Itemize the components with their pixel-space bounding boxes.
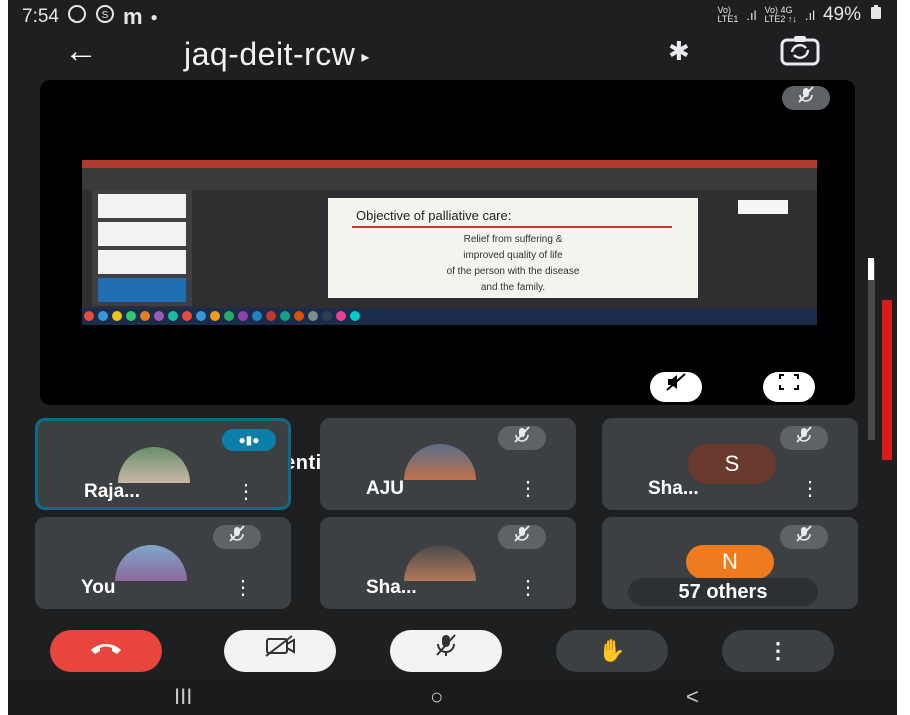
status-bar: 7:54 S m ● Vo) LTE1 .ıl Vo) 4G LTE2 ↑↓ .ıl… [8,0,897,30]
more-options-icon[interactable]: ⋮ [518,575,538,600]
mic-toggle-button[interactable] [390,630,502,672]
app-bar: ← jaq-deit-rcw ▸ ✱ [8,30,897,82]
mic-off-icon [782,86,830,110]
end-call-button[interactable] [50,630,162,672]
mic-off-icon [780,426,828,450]
scroll-thumb[interactable] [868,258,874,280]
fullscreen-button[interactable] [763,372,815,402]
participant-tile[interactable]: ●▮● Raja... ⋮ [35,418,291,510]
mic-off-icon [498,426,546,450]
nav-back-button[interactable]: < [686,684,699,710]
participant-name: Sha... [366,577,417,598]
more-options-icon[interactable]: ⋮ [518,476,538,501]
others-count[interactable]: 57 others [628,578,818,606]
participant-tile[interactable]: AJU ⋮ [320,418,576,510]
m-icon: m [122,4,143,29]
raise-hand-icon: ✋ [598,638,626,663]
more-options-icon[interactable]: ⋮ [233,575,253,600]
home-button[interactable]: ○ [430,684,443,710]
more-options-button[interactable]: ⋮ [722,630,834,672]
participant-name: AJU [366,478,405,499]
avatar [115,545,187,581]
slide-line-3: of the person with the disease [446,266,580,277]
mic-off-icon [780,525,828,549]
back-arrow-icon[interactable]: ← [64,32,98,71]
taskbar [82,308,817,325]
slide-line-4: and the family. [480,282,546,293]
meet-screen: 7:54 S m ● Vo) LTE1 .ıl Vo) 4G LTE2 ↑↓ .ıl… [8,0,897,715]
system-nav-bar: III ○ < [8,680,897,715]
avatar [118,447,190,483]
participant-tile[interactable]: Sha... ⋮ [320,517,576,609]
clock: 7:54 [22,6,59,27]
skype-icon: S [95,4,115,30]
signal-bars-icon: .ıl [746,7,757,23]
switch-camera-icon[interactable] [778,34,822,68]
avatar [404,545,476,581]
meeting-title[interactable]: jaq-deit-rcw ▸ [184,36,370,73]
slide-line-2: improved quality of life [463,250,563,261]
avatar-letter: S [688,444,776,484]
recents-button[interactable]: III [174,684,192,710]
raise-hand-button[interactable]: ✋ [556,630,668,672]
more-options-icon[interactable]: ⋮ [800,476,820,501]
participant-tile[interactable]: You ⋮ [35,517,291,609]
bluetooth-icon[interactable]: ✱ [668,36,690,67]
mic-off-icon [498,525,546,549]
participant-name: Sha... [648,478,699,499]
powerpoint-ribbon [82,160,817,190]
participant-name: You [81,577,116,598]
mic-off-icon [213,525,261,549]
slide-title: Objective of palliative care: [356,208,512,223]
signal-icon-2: Vo) 4G LTE2 ↑↓ [764,5,797,24]
more-options-icon[interactable]: ⋮ [236,479,256,504]
signal-bars-icon-2: .ıl [804,7,815,23]
scroll-track[interactable] [868,260,875,440]
battery-icon [869,4,883,26]
signal-icon: Vo) LTE1 [717,5,739,24]
dot-icon: ● [150,10,158,24]
slide-canvas: Objective of palliative care: Relief fro… [328,198,698,298]
battery-level: 49% [822,4,861,25]
presentation-stage[interactable]: Objective of palliative care: Relief fro… [40,80,855,474]
participant-tile[interactable]: S Sha... ⋮ [602,418,858,510]
avatar-letter: N [686,545,774,579]
avatar [404,444,476,480]
mute-presentation-button[interactable] [650,372,702,402]
caret-right-icon: ▸ [361,48,370,66]
logo-image [738,200,788,214]
scroll-indicator [882,300,892,460]
speaking-indicator-icon: ●▮● [222,429,276,451]
shared-screen: Objective of palliative care: Relief fro… [82,160,817,325]
meeting-code: jaq-deit-rcw [184,36,356,72]
whatsapp-icon [67,4,87,30]
svg-text:S: S [102,10,109,21]
camera-toggle-button[interactable] [224,630,336,672]
slide-line-1: Relief from suffering & [463,234,563,245]
participant-name: Raja... [84,481,140,502]
slide-thumbnails [92,190,192,306]
more-vert-icon: ⋮ [767,638,789,663]
